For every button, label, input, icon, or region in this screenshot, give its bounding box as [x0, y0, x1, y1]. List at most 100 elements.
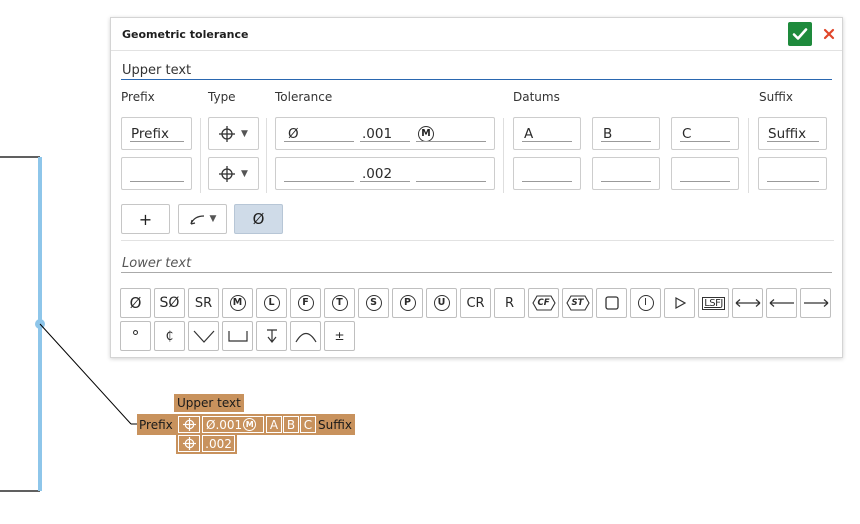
position-icon	[219, 165, 235, 182]
annotation-row2-type-cell	[178, 435, 200, 452]
annotation-upper-text[interactable]: Upper text	[174, 394, 244, 412]
tolerance-input-row2[interactable]: .002	[275, 157, 495, 190]
annotation-datum-a: A	[266, 416, 282, 433]
diameter-symbol: Ø	[288, 126, 299, 142]
arrow-both-icon	[735, 299, 760, 307]
symbol-depth[interactable]	[256, 321, 287, 351]
section-separator	[121, 240, 834, 241]
symbol-arc-length[interactable]	[290, 321, 321, 351]
prefix-input-row1[interactable]: Prefix	[121, 117, 192, 150]
datum-input-a-row2[interactable]	[513, 157, 581, 190]
datum-a-value: A	[524, 126, 534, 142]
type-dropdown-row2[interactable]: ▼	[208, 157, 259, 190]
datum-input-c-row2[interactable]	[671, 157, 739, 190]
annotation-upper-text-label: Upper text	[177, 396, 241, 410]
datum-input-b-row1[interactable]: B	[592, 117, 660, 150]
position-icon	[182, 418, 196, 431]
column-separator	[266, 118, 267, 193]
symbol-countersink[interactable]	[188, 321, 219, 351]
diameter-toggle-button[interactable]: Ø	[234, 204, 283, 234]
prefix-input-row2[interactable]	[121, 157, 192, 190]
upper-text-section-title: Upper text	[122, 63, 192, 78]
column-separator	[748, 118, 749, 193]
symbol-independency[interactable]: I	[630, 288, 661, 318]
symbol-lmc[interactable]: L	[256, 288, 287, 318]
symbol-statistical[interactable]: ST	[562, 288, 593, 318]
symbol-counterbore[interactable]	[222, 321, 253, 351]
annotation-prefix: Prefix	[139, 417, 173, 432]
column-datums: Datums	[513, 90, 560, 104]
datum-b-value: B	[603, 126, 613, 142]
arc-icon	[294, 332, 317, 343]
symbol-lsfj[interactable]: LSFJ	[698, 288, 729, 318]
accept-button[interactable]	[788, 22, 812, 46]
suffix-input-row2[interactable]	[758, 157, 827, 190]
add-row-button[interactable]: +	[121, 204, 170, 234]
countersink-icon	[193, 330, 214, 343]
annotation-frame-row1[interactable]: Prefix Ø.001 M A B C Suffix	[137, 414, 355, 435]
symbol-tangent-plane[interactable]: T	[324, 288, 355, 318]
symbol-free-state[interactable]: F	[290, 288, 321, 318]
datum-input-b-row2[interactable]	[592, 157, 660, 190]
annotation-row2-tolerance-cell: .002	[202, 435, 235, 452]
arrow-right-icon	[803, 299, 828, 307]
datum-input-a-row1[interactable]: A	[513, 117, 581, 150]
close-icon	[823, 28, 835, 40]
upper-text-rule	[121, 79, 832, 80]
annotation-tolerance: Ø.001	[206, 417, 243, 432]
symbol-spherical-diameter[interactable]: SØ	[154, 288, 185, 318]
symbol-spherical-radius[interactable]: SR	[188, 288, 219, 318]
symbol-centerline[interactable]: ₵	[154, 321, 185, 351]
annotation-modifier: M	[243, 418, 257, 431]
suffix-input-row1[interactable]: Suffix	[758, 117, 827, 150]
type-dropdown-row1[interactable]: ▼	[208, 117, 259, 150]
datum-input-c-row1[interactable]: C	[671, 117, 739, 150]
position-icon	[219, 125, 235, 142]
hexagon-frame-icon	[531, 295, 556, 311]
leader-style-dropdown[interactable]: ▼	[178, 204, 227, 234]
symbol-triangle[interactable]	[664, 288, 695, 318]
close-button[interactable]	[819, 22, 839, 46]
symbol-mmc[interactable]: M	[222, 288, 253, 318]
prefix-value: Prefix	[131, 126, 169, 142]
suffix-value: Suffix	[768, 126, 807, 142]
symbol-radius[interactable]: R	[494, 288, 525, 318]
chevron-down-icon: ▼	[209, 214, 217, 224]
column-prefix: Prefix	[121, 90, 155, 104]
column-type: Type	[208, 90, 236, 104]
column-suffix: Suffix	[759, 90, 793, 104]
symbol-unequal-bilateral[interactable]: U	[426, 288, 457, 318]
column-tolerance: Tolerance	[275, 90, 333, 104]
symbol-arrow-right[interactable]	[800, 288, 831, 318]
annotation-type-cell	[178, 416, 200, 433]
dialog-title: Geometric tolerance	[122, 28, 249, 41]
symbol-continuous-feature[interactable]: CF	[528, 288, 559, 318]
position-icon	[182, 437, 196, 450]
hexagon-frame-icon	[565, 295, 590, 311]
tolerance-input-row1[interactable]: Ø .001 M	[275, 117, 495, 150]
annotation-datum-c: C	[300, 416, 316, 433]
symbol-plus-minus[interactable]: ±	[324, 321, 355, 351]
symbol-rfs[interactable]: S	[358, 288, 389, 318]
counterbore-icon	[227, 331, 248, 342]
symbol-projected-zone[interactable]: P	[392, 288, 423, 318]
lower-text-section-title: Lower text	[122, 256, 192, 271]
symbol-controlled-radius[interactable]: CR	[460, 288, 491, 318]
annotation-datum-b: B	[283, 416, 299, 433]
symbol-between[interactable]	[732, 288, 763, 318]
checkmark-icon	[792, 28, 808, 40]
column-separator	[503, 118, 504, 193]
symbol-diameter[interactable]: Ø	[120, 288, 151, 318]
annotation-frame-row2[interactable]: .002	[176, 433, 237, 454]
modifier-mmc: M	[418, 126, 434, 142]
symbol-arrow-left[interactable]	[766, 288, 797, 318]
arrow-left-icon	[769, 299, 794, 307]
symbol-square[interactable]	[596, 288, 627, 318]
lower-text-rule	[121, 272, 832, 273]
depth-icon	[266, 329, 277, 343]
annotation-suffix: Suffix	[318, 417, 352, 432]
annotation-tolerance-cell: Ø.001 M	[202, 416, 264, 433]
symbol-degree[interactable]: °	[120, 321, 151, 351]
triangle-icon	[674, 297, 686, 309]
title-separator	[111, 50, 842, 51]
